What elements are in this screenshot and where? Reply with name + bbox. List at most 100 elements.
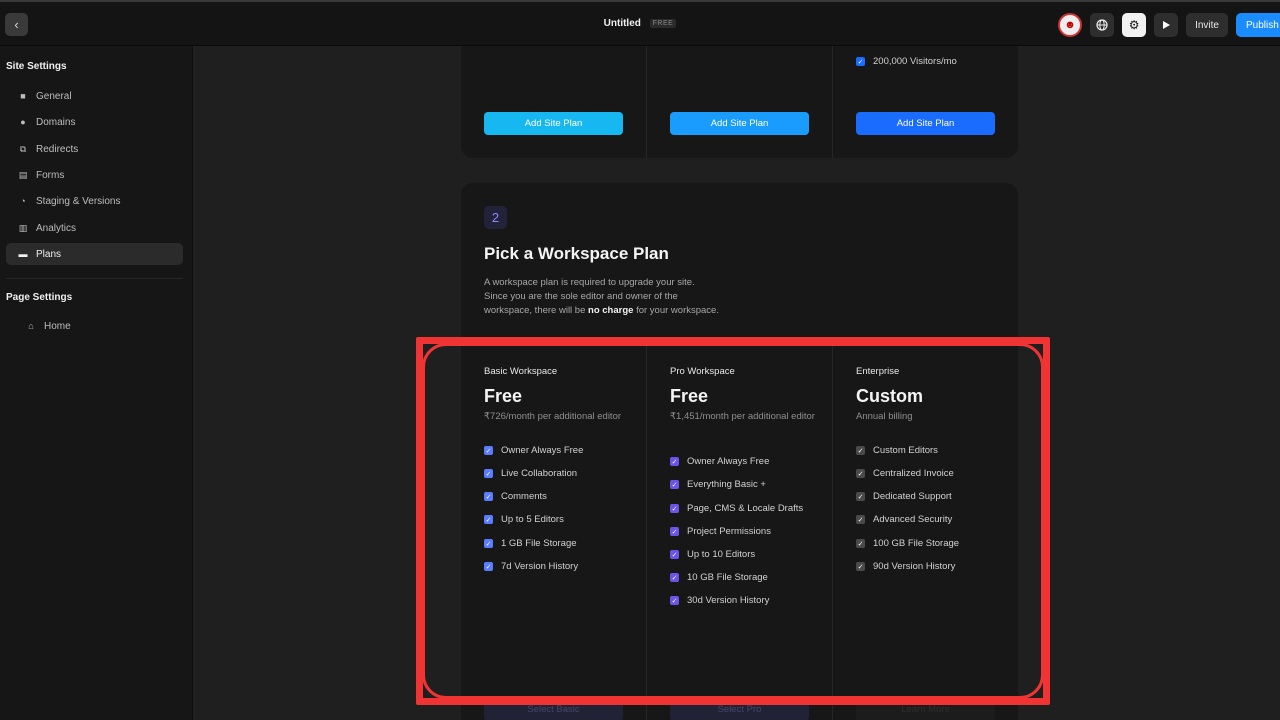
sidebar-item-forms[interactable]: ▤ Forms [6,164,183,186]
column-divider [832,46,833,158]
plan-feature: ✓ 100 GB File Storage [856,538,960,549]
play-icon [1163,21,1171,29]
step-number: 2 [484,206,507,229]
settings-sidebar: Site Settings ■ General ● Domains ⧉ Redi… [0,46,193,720]
sidebar-item-analytics[interactable]: ▥ Analytics [6,217,183,239]
plan-feature: ✓ 90d Version History [856,561,956,572]
workspace-plan-card: 2 Pick a Workspace Plan A workspace plan… [461,183,1018,720]
checkbox-icon: ✓ [856,57,865,66]
checkbox-icon: ✓ [670,504,679,513]
sidebar-item-general[interactable]: ■ General [6,85,183,107]
sidebar-item-label: Forms [36,169,65,181]
plan-feature: ✓ Dedicated Support [856,491,952,502]
sidebar-divider [6,278,183,279]
add-site-plan-button[interactable]: Add Site Plan [484,112,623,135]
plan-subtitle-enterprise: Annual billing [856,411,913,422]
plan-feature: ✓ Owner Always Free [484,445,584,456]
home-icon: ⌂ [28,321,34,331]
invite-button[interactable]: Invite [1186,13,1228,37]
plan-feature: ✓ 1 GB File Storage [484,538,577,549]
sidebar-item-label: Plans [36,248,62,260]
form-icon: ▤ [18,169,28,180]
sidebar-item-label: Domains [36,116,76,128]
plan-badge: FREE [649,19,677,28]
select-basic-button[interactable]: Select Basic [484,698,623,720]
select-pro-button[interactable]: Select Pro [670,698,809,720]
language-button[interactable] [1090,13,1115,37]
plan-feature: ✓ Everything Basic + [670,479,766,490]
checkbox-icon: ✓ [484,446,493,455]
section-description: A workspace plan is required to upgrade … [484,277,719,316]
plan-feature: ✓ Up to 5 Editors [484,514,564,525]
plan-feature: ✓ Custom Editors [856,445,938,456]
plan-feature: ✓ Up to 10 Editors [670,549,756,560]
checkbox-icon: ✓ [670,480,679,489]
sidebar-item-plans[interactable]: ▬ Plans [6,243,183,265]
clock-icon: ◔ [20,196,26,206]
plan-name-basic: Basic Workspace [484,366,558,377]
checkbox-icon: ✓ [484,469,493,478]
column-divider [646,46,647,158]
plan-feature: ✓ Page, CMS & Locale Drafts [670,503,804,514]
checkbox-icon: ✓ [670,596,679,605]
site-plan-feature: ✓ 200,000 Visitors/mo [856,56,957,67]
chart-icon: ▥ [18,222,28,233]
checkbox-icon: ✓ [856,562,865,571]
checkbox-icon: ✓ [484,515,493,524]
plan-name-enterprise: Enterprise [856,366,900,377]
plan-price-enterprise: Custom [856,386,923,406]
checkbox-icon: ✓ [484,492,493,501]
column-divider [646,346,647,720]
site-settings-heading: Site Settings [6,61,67,72]
sidebar-item-label: Analytics [36,222,77,234]
site-plans-card: ✓ 200,000 Visitors/mo Add Site Plan Add … [461,46,1018,158]
card-icon: ▬ [18,249,28,259]
gear-icon: ⚙ [1128,18,1140,32]
checkbox-icon: ✓ [856,539,865,548]
learn-more-button[interactable]: Learn More [856,698,995,720]
add-site-plan-button[interactable]: Add Site Plan [856,112,995,135]
checkbox-icon: ✓ [670,573,679,582]
add-site-plan-button[interactable]: Add Site Plan [670,112,809,135]
checkbox-icon: ✓ [856,515,865,524]
plan-name-pro: Pro Workspace [670,366,735,377]
sidebar-item-staging[interactable]: ◔ Staging & Versions [6,190,183,212]
sidebar-item-label: Staging & Versions [36,195,121,207]
redirect-icon: ⧉ [19,143,27,154]
checkbox-icon: ✓ [856,469,865,478]
publish-button[interactable]: Publish [1236,13,1280,37]
plan-price-pro: Free [670,386,709,406]
section-title: Pick a Workspace Plan [484,244,669,263]
plan-feature: ✓ Comments [484,491,547,502]
plan-feature: ✓ 7d Version History [484,561,579,572]
preview-button[interactable] [1154,13,1179,37]
plan-feature: ✓ Advanced Security [856,514,953,525]
sidebar-item-label: General [36,90,72,102]
page-settings-heading: Page Settings [6,292,73,303]
globe-icon: ● [20,117,26,127]
sidebar-item-redirects[interactable]: ⧉ Redirects [6,138,183,160]
checkbox-icon: ✓ [484,539,493,548]
plan-feature: ✓ Owner Always Free [670,456,770,467]
sidebar-item-domains[interactable]: ● Domains [6,111,183,133]
settings-button[interactable]: ⚙ [1122,13,1147,37]
checkbox-icon: ✓ [670,550,679,559]
sidebar-page-home[interactable]: ⌂ Home [6,315,183,337]
sidebar-item-label: Redirects [36,143,79,155]
user-avatar-icon: ☻ [1064,19,1076,31]
globe-icon [1096,19,1108,31]
plan-subtitle-pro: ₹1,451/month per additional editor [670,411,815,422]
plan-feature: ✓ 30d Version History [670,595,770,606]
plan-price-basic: Free [484,386,523,406]
checkbox-icon: ✓ [670,457,679,466]
project-title[interactable]: Untitled [604,18,641,29]
column-divider [832,346,833,720]
avatar[interactable]: ☻ [1058,13,1083,37]
plan-feature: ✓ Live Collaboration [484,468,578,479]
checkbox-icon: ✓ [484,562,493,571]
general-icon: ■ [20,91,26,101]
plan-feature: ✓ Project Permissions [670,526,771,537]
toolbar-right: ☻ ⚙ Invite Publish [1058,12,1280,38]
main-content[interactable]: ✓ 200,000 Visitors/mo Add Site Plan Add … [193,46,1280,720]
top-bar: ‹ Untitled FREE ☻ ⚙ Invite Publish [0,0,1280,46]
